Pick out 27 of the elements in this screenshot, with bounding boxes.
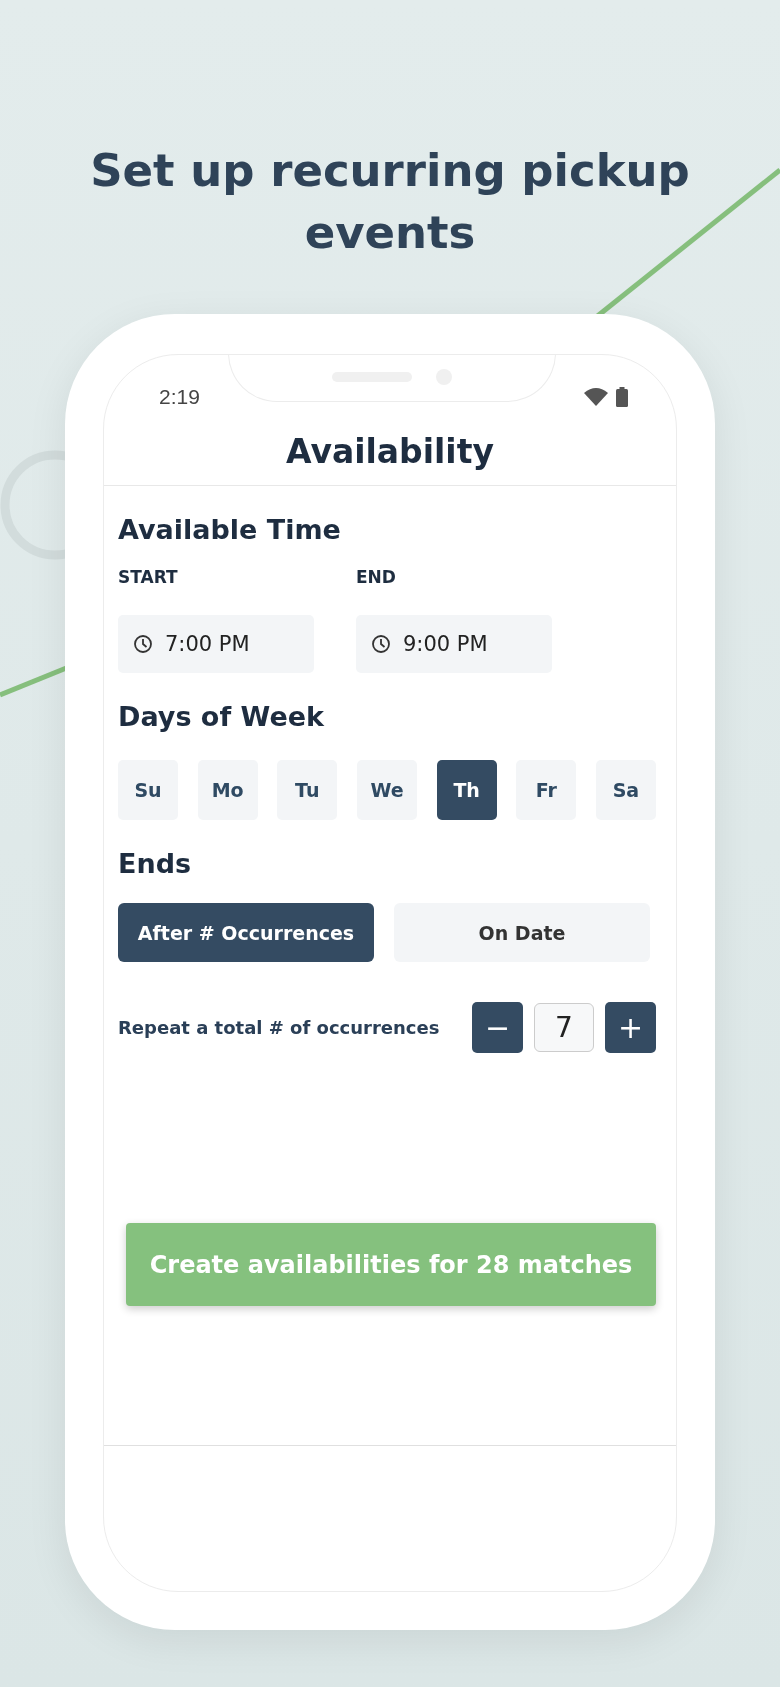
increment-button[interactable]: + — [605, 1002, 656, 1053]
section-title: Ends — [118, 848, 193, 879]
day-toggle[interactable]: Tu — [277, 760, 338, 820]
day-toggle[interactable]: We — [356, 760, 417, 820]
decrement-button[interactable]: − — [472, 1002, 523, 1053]
day-toggle[interactable]: Fr — [516, 760, 577, 820]
end-option[interactable]: After # Occurrences — [118, 903, 374, 962]
battery-icon — [616, 387, 628, 407]
clock-icon — [133, 634, 153, 654]
screen-title: Availability — [286, 431, 494, 471]
day-toggle[interactable]: Sa — [595, 760, 656, 820]
repeat-label: Repeat a total # of occurrences — [118, 1017, 440, 1038]
headline: Set up recurring pickup events — [89, 143, 691, 261]
count-field[interactable]: 7 — [534, 1003, 594, 1052]
day-toggle[interactable]: Mo — [197, 760, 258, 820]
section-title: Days of Week — [118, 701, 325, 732]
section-title: Available Time — [118, 514, 342, 545]
wifi-icon — [584, 387, 608, 407]
status-time: 2:19 — [159, 385, 200, 409]
time-field[interactable]: 7:00 PM — [118, 615, 314, 673]
field-label: END — [356, 567, 397, 587]
day-toggle[interactable]: Su — [118, 760, 178, 820]
clock-icon — [371, 634, 391, 654]
time-field[interactable]: 9:00 PM — [356, 615, 552, 673]
end-option[interactable]: On Date — [394, 903, 650, 962]
field-label: START — [118, 567, 179, 587]
day-toggle[interactable]: Th — [436, 760, 497, 820]
